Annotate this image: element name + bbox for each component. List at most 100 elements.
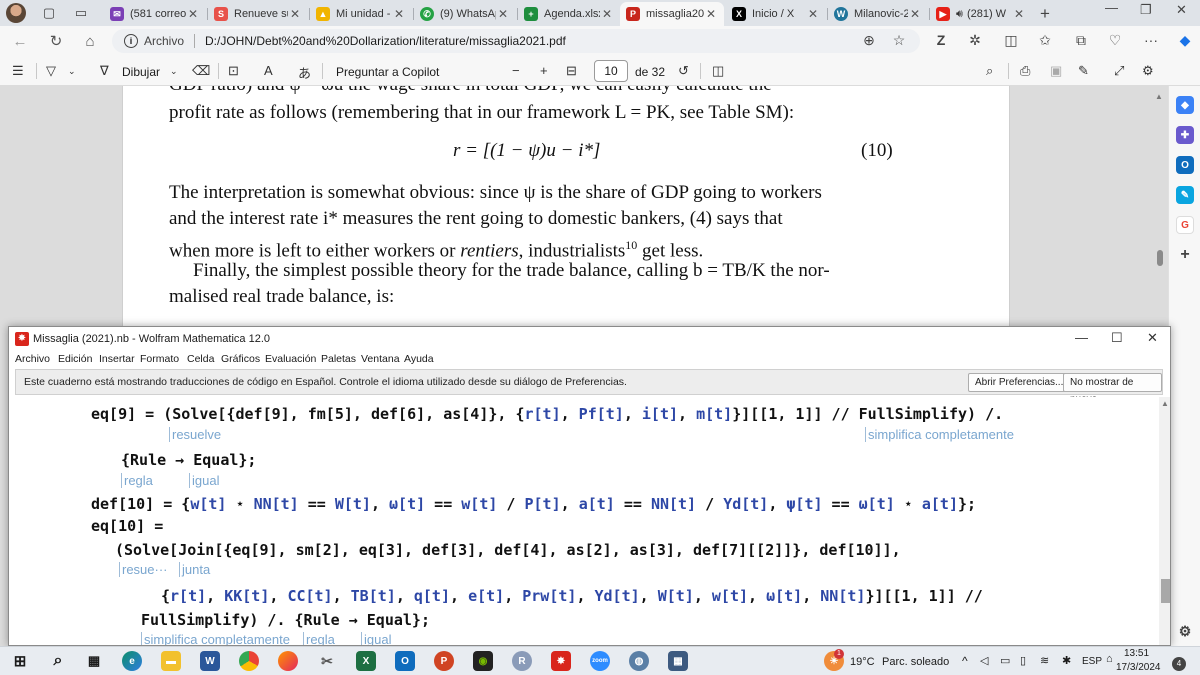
save-as-icon[interactable]: ✎ (1078, 63, 1089, 79)
close-button[interactable]: ✕ (1147, 330, 1158, 346)
chevron-down-icon[interactable]: ⌄ (68, 66, 76, 77)
favorites-icon[interactable]: ✩ (1036, 32, 1054, 49)
back-button[interactable]: ← (10, 31, 30, 51)
zoom-icon[interactable]: zoom (590, 651, 610, 671)
dont-show-again-button[interactable]: No mostrar de nuevo (1063, 373, 1162, 405)
minimize-button[interactable]: — (1075, 330, 1088, 345)
close-window-button[interactable]: ✕ (1176, 2, 1187, 18)
scroll-thumb[interactable] (1161, 579, 1170, 603)
highlight-icon[interactable]: ▽ (46, 63, 56, 79)
restore-button[interactable]: ❐ (1140, 2, 1152, 18)
page-number-input[interactable]: 10 (594, 60, 628, 82)
eraser-icon[interactable]: ⌫ (192, 63, 210, 79)
close-icon[interactable]: ✕ (288, 7, 302, 21)
task-view-icon[interactable]: ▦ (84, 651, 104, 671)
menu-paletas[interactable]: Paletas (321, 353, 356, 365)
info-icon[interactable]: i (124, 34, 138, 48)
speaker-icon[interactable]: 🔊︎ (956, 8, 963, 21)
split-screen-icon[interactable]: ◫ (1002, 32, 1020, 49)
ask-copilot-button[interactable]: Preguntar a Copilot (336, 65, 439, 79)
sidebar-settings-icon[interactable]: ⚙ (1176, 622, 1194, 640)
menu-evaluacion[interactable]: Evaluación (265, 353, 316, 365)
menu-graficos[interactable]: Gráficos (221, 353, 260, 365)
rotate-icon[interactable]: ↺ (678, 63, 689, 79)
close-icon[interactable]: ✕ (908, 7, 922, 21)
zoom-in-button[interactable]: + (540, 63, 548, 78)
language-indicator[interactable]: ESP (1082, 656, 1102, 667)
scroll-up-icon[interactable]: ▲ (1161, 399, 1169, 408)
maximize-button[interactable]: ☐ (1111, 330, 1123, 346)
draw-icon[interactable]: ∇ (100, 63, 109, 79)
notebook-scrollbar[interactable]: ▲ (1159, 397, 1170, 645)
google-icon[interactable]: G (1176, 216, 1194, 234)
search-icon[interactable]: ⌕ (986, 63, 993, 79)
tab-youtube[interactable]: ▶ 🔊︎ (281) W ✕ (930, 2, 1032, 26)
home-button[interactable]: ⌂ (80, 31, 100, 51)
chevron-down-icon[interactable]: ⌄ (170, 66, 178, 77)
speaker-icon[interactable]: ◁ (980, 654, 988, 667)
zoom-icon[interactable]: ⊕ (860, 32, 878, 49)
close-icon[interactable]: ✕ (806, 7, 820, 21)
tab-sheets[interactable]: + Agenda.xlsx ✕ (518, 2, 620, 26)
open-preferences-button[interactable]: Abrir Preferencias... (968, 373, 1071, 392)
collections-icon[interactable]: ⧉ (1072, 32, 1090, 49)
clock-time[interactable]: 13:51 (1124, 648, 1149, 659)
extensions-icon[interactable]: ✲ (966, 32, 984, 49)
network-icon[interactable]: ⌂ (1106, 653, 1113, 665)
print-icon[interactable]: ⎙ (1020, 63, 1030, 79)
globe-icon[interactable]: ◍ (629, 651, 649, 671)
page-view-icon[interactable]: ◫ (712, 63, 724, 79)
display-icon[interactable]: ▭ (1000, 654, 1010, 667)
powerpoint-icon[interactable]: P (434, 651, 454, 671)
close-icon[interactable]: ✕ (1012, 7, 1026, 21)
save-icon[interactable]: ▣ (1050, 63, 1062, 79)
draw-button[interactable]: Dibujar (122, 65, 160, 79)
snipping-tool-icon[interactable]: ✂ (317, 651, 337, 671)
menu-celda[interactable]: Celda (187, 353, 214, 365)
menu-insertar[interactable]: Insertar (99, 353, 135, 365)
scroll-up-icon[interactable]: ▲ (1155, 92, 1163, 101)
favorite-star-icon[interactable]: ☆ (890, 32, 908, 49)
shopping-tag-icon[interactable]: ◆ (1176, 96, 1194, 114)
minimize-button[interactable]: — (1105, 0, 1118, 15)
footnote-ref[interactable]: 10 (625, 238, 637, 252)
vertical-tabs-icon[interactable]: ▭ (72, 4, 90, 22)
wifi-icon[interactable]: ≋ (1040, 654, 1049, 667)
fullscreen-icon[interactable]: ⤢ (1114, 63, 1124, 79)
menu-ventana[interactable]: Ventana (361, 353, 400, 365)
tab-x[interactable]: X Inicio / X ✕ (726, 2, 826, 26)
translate-icon[interactable]: あ (298, 63, 311, 82)
chrome-icon[interactable] (239, 651, 259, 671)
address-input[interactable]: i Archivo D:/JOHN/Debt%20and%20Dollariza… (112, 29, 920, 53)
clock-date[interactable]: 17/3/2024 (1116, 662, 1161, 673)
tab-whatsapp[interactable]: ✆ (9) WhatsAp ✕ (414, 2, 516, 26)
close-icon[interactable]: ✕ (600, 7, 614, 21)
tab-mail[interactable]: ✉ (581 correos ✕ (104, 2, 206, 26)
calculator-grid-icon[interactable]: ▦ (668, 651, 688, 671)
reload-button[interactable]: ↻ (46, 31, 66, 51)
tab-scribd[interactable]: S Renueve su · ✕ (208, 2, 308, 26)
weather-temperature[interactable]: 19°C (850, 656, 875, 668)
zoom-out-button[interactable]: − (512, 63, 520, 78)
tools-icon[interactable]: ✚ (1176, 126, 1194, 144)
text-box-icon[interactable]: ⊡ (228, 63, 239, 79)
notebook-code-area[interactable]: eq[9] = (Solve[{def[9], fm[5], def[6], a… (9, 397, 1159, 645)
more-options-icon[interactable]: ··· (1142, 32, 1160, 48)
scroll-thumb[interactable] (1157, 250, 1163, 266)
copilot-icon[interactable]: ◆ (1176, 32, 1194, 49)
weather-description[interactable]: Parc. soleado (882, 656, 949, 668)
excel-icon[interactable]: X (356, 651, 376, 671)
tab-drive[interactable]: ▲ Mi unidad - ✕ (310, 2, 412, 26)
close-icon[interactable]: ✕ (186, 7, 200, 21)
edge-browser-icon[interactable]: e (122, 651, 142, 671)
outlook-icon[interactable]: O (1176, 156, 1194, 174)
chevron-up-icon[interactable]: ^ (962, 654, 968, 668)
fit-page-icon[interactable]: ⊟ (566, 63, 577, 79)
windows-start-icon[interactable]: ⊞ (10, 651, 30, 671)
nvidia-icon[interactable]: ◉ (473, 651, 493, 671)
new-tab-button[interactable]: + (1040, 4, 1050, 24)
search-icon[interactable]: ⌕ (48, 651, 68, 671)
tab-pdf-active[interactable]: P missaglia202 ✕ (620, 2, 724, 26)
settings-gear-icon[interactable]: ⚙ (1142, 63, 1154, 79)
tab-wordpress[interactable]: W Milanovic-20 ✕ (828, 2, 928, 26)
